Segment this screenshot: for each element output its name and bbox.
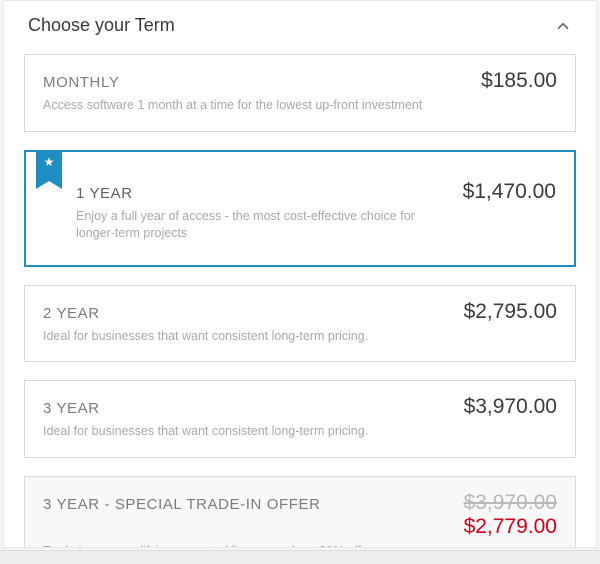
option-name: 3 YEAR - SPECIAL TRADE-IN OFFER bbox=[43, 496, 321, 513]
option-desc: Trade in your qualifying perpetual licen… bbox=[43, 543, 423, 549]
price-stack: $3,970.00 $2,779.00 bbox=[464, 491, 557, 539]
term-panel: Choose your Term MONTHLY $185.00 Access … bbox=[3, 0, 597, 548]
option-name: 3 YEAR bbox=[43, 400, 100, 417]
option-price: $185.00 bbox=[481, 69, 557, 93]
option-name: MONTHLY bbox=[43, 74, 119, 91]
panel-header[interactable]: Choose your Term bbox=[4, 1, 596, 46]
bottom-bar bbox=[0, 550, 600, 564]
option-price: $3,970.00 bbox=[464, 395, 557, 419]
option-price-original: $3,970.00 bbox=[464, 491, 557, 515]
option-price-discount: $2,779.00 bbox=[464, 515, 557, 539]
term-option-2year[interactable]: 2 YEAR $2,795.00 Ideal for businesses th… bbox=[24, 285, 576, 363]
option-desc: Ideal for businesses that want consisten… bbox=[43, 328, 423, 346]
term-option-1year[interactable]: ★ 1 YEAR $1,470.00 Enjoy a full year of … bbox=[24, 150, 576, 267]
option-price: $2,795.00 bbox=[464, 300, 557, 324]
chevron-up-icon[interactable] bbox=[554, 17, 572, 35]
term-option-3year-tradein[interactable]: 3 YEAR - SPECIAL TRADE-IN OFFER $3,970.0… bbox=[24, 476, 576, 549]
panel-title: Choose your Term bbox=[28, 15, 175, 36]
option-price: $1,470.00 bbox=[463, 180, 556, 204]
star-ribbon-icon: ★ bbox=[36, 151, 62, 181]
option-desc: Ideal for businesses that want consisten… bbox=[43, 423, 423, 441]
option-desc: Access software 1 month at a time for th… bbox=[43, 97, 423, 115]
term-options: MONTHLY $185.00 Access software 1 month … bbox=[4, 46, 596, 548]
option-name: 2 YEAR bbox=[43, 305, 100, 322]
option-name: 1 YEAR bbox=[76, 185, 133, 202]
option-desc: Enjoy a full year of access - the most c… bbox=[76, 208, 456, 243]
term-option-3year[interactable]: 3 YEAR $3,970.00 Ideal for businesses th… bbox=[24, 380, 576, 458]
term-option-monthly[interactable]: MONTHLY $185.00 Access software 1 month … bbox=[24, 54, 576, 132]
